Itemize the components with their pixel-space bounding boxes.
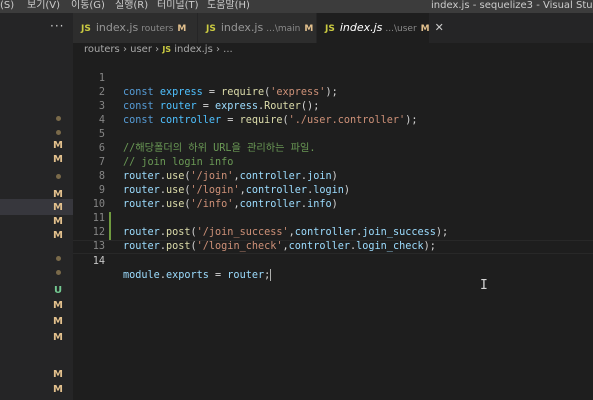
- more-actions-icon[interactable]: ···: [50, 19, 64, 33]
- menu-run[interactable]: 실행(R): [115, 0, 148, 12]
- code-line[interactable]: 12: [73, 212, 593, 238]
- git-untracked-marker: U: [53, 285, 63, 296]
- code-line[interactable]: 2 const router = express.Router();: [73, 72, 593, 112]
- explorer-panel: ··· M M M M M M U M M M M M: [0, 13, 73, 400]
- tab-description: ...\main: [266, 24, 301, 34]
- folder-modified-dot: [56, 270, 61, 275]
- git-modified-marker: M: [53, 202, 63, 213]
- tab-description: routers: [141, 24, 174, 34]
- git-modified-marker: M: [53, 300, 63, 311]
- tab-modified-marker: M: [420, 24, 430, 34]
- javascript-file-icon: JS: [206, 24, 216, 34]
- code-line-current[interactable]: 14 module.exports = router;: [73, 240, 593, 281]
- tab-label: index.js: [339, 21, 383, 34]
- menu-selection[interactable]: (S): [0, 0, 14, 12]
- menu-terminal[interactable]: 터미널(T): [157, 0, 199, 12]
- breadcrumb-user[interactable]: user: [130, 44, 152, 55]
- git-modified-marker: M: [53, 154, 63, 165]
- tab-index-routers[interactable]: JS index.js routers M: [73, 13, 198, 43]
- code-line[interactable]: 4: [73, 100, 593, 126]
- git-modified-marker: M: [53, 189, 63, 200]
- code-line[interactable]: 3 const controller = require('./user.con…: [73, 86, 593, 126]
- breadcrumb-routers[interactable]: routers: [84, 44, 120, 55]
- code-line[interactable]: 6 // join login info: [73, 128, 593, 168]
- javascript-file-icon: JS: [81, 24, 91, 34]
- code-line[interactable]: 8 router.use('/login',controller.login): [73, 156, 593, 196]
- folder-modified-dot: [56, 174, 61, 179]
- menu-go[interactable]: 이동(G): [71, 0, 105, 12]
- tab-label: index.js: [95, 21, 139, 34]
- code-editor[interactable]: 1 const express = require('express'); 2 …: [73, 57, 593, 400]
- git-modified-marker: M: [53, 216, 63, 227]
- text-cursor: [270, 269, 272, 281]
- breadcrumb-file[interactable]: index.js: [174, 44, 213, 55]
- git-modified-marker: M: [53, 384, 63, 395]
- javascript-file-icon: JS: [162, 45, 172, 54]
- git-modified-marker: M: [53, 140, 63, 151]
- menu-bar: (S) 보기(V) 이동(G) 실행(R) 터미널(T) 도움말(H) inde…: [0, 0, 593, 13]
- tab-modified-marker: M: [304, 24, 314, 34]
- code-line[interactable]: 9 router.use('/info',controller.info): [73, 170, 593, 210]
- close-icon[interactable]: ✕: [435, 21, 444, 34]
- chevron-right-icon: ›: [155, 44, 160, 55]
- javascript-file-icon: JS: [325, 24, 335, 34]
- tab-description: ...\user: [385, 24, 417, 34]
- chevron-right-icon: ›: [122, 44, 127, 55]
- tab-index-user[interactable]: JS index.js ...\user M ✕: [317, 13, 444, 43]
- folder-modified-dot: [56, 256, 61, 261]
- editor-tab-bar: JS index.js routers M JS index.js ...\main M J…: [73, 13, 593, 43]
- line-number: 14: [92, 256, 105, 267]
- git-modified-marker: M: [53, 332, 63, 343]
- menu-view[interactable]: 보기(V): [27, 0, 60, 12]
- breadcrumb-symbols[interactable]: ...: [223, 44, 233, 55]
- code-line[interactable]: 7 router.use('/join',controller.join): [73, 142, 593, 182]
- tab-modified-marker: M: [177, 24, 187, 34]
- git-modified-marker: M: [53, 316, 63, 327]
- folder-modified-dot: [56, 116, 61, 121]
- breadcrumb: routers › user › JS index.js › ...: [84, 43, 233, 57]
- text-select-pointer-icon: I: [480, 278, 488, 293]
- code-line[interactable]: 5 //해당폴더의 하위 URL을 관리하는 파일.: [73, 114, 593, 154]
- window-title: index.js - sequelize3 - Visual Studio Co: [431, 0, 593, 11]
- git-modified-marker: M: [53, 369, 63, 380]
- code-line[interactable]: 13: [73, 226, 593, 252]
- tab-label: index.js: [220, 21, 264, 34]
- folder-modified-dot: [56, 130, 61, 135]
- git-modified-marker: M: [53, 230, 63, 241]
- code-line[interactable]: 1 const express = require('express');: [73, 58, 593, 98]
- code-line[interactable]: 11 router.post('/login_check',controller…: [73, 198, 593, 252]
- chevron-right-icon: ›: [215, 44, 220, 55]
- code-line[interactable]: 10 router.post('/join_success',controlle…: [73, 184, 593, 238]
- menu-help[interactable]: 도움말(H): [207, 0, 250, 12]
- tab-index-main[interactable]: JS index.js ...\main M: [198, 13, 317, 43]
